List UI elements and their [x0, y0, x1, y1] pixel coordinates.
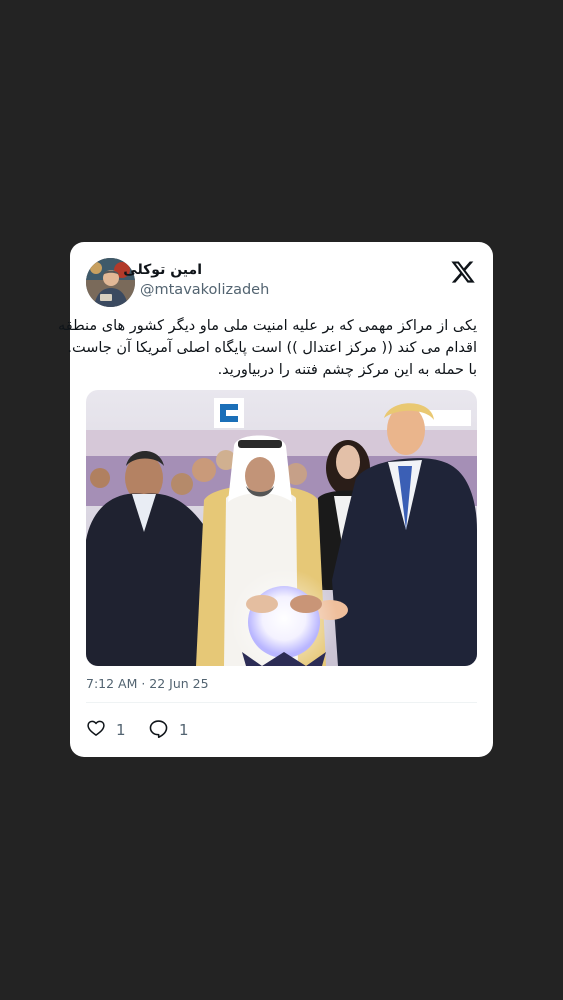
like-button[interactable]: 1 [86, 719, 126, 741]
tweet-text-line: با حمله به این مرکز چشم فتنه را دربیاوری… [217, 362, 477, 378]
tweet-card: امین توکلی @mtavakolizadeh یکی از مراکز … [57, 242, 493, 757]
reply-count: 1 [179, 721, 189, 739]
author-display-name[interactable]: امین توکلی [123, 262, 202, 278]
divider [86, 702, 477, 703]
author-handle[interactable]: @mtavakolizadeh [140, 282, 269, 298]
tweet-text: یکی از مراکز مهمی که بر علیه امنیت ملی م… [57, 315, 477, 381]
x-logo-icon[interactable] [450, 259, 476, 285]
like-count: 1 [116, 721, 126, 739]
heart-icon [86, 718, 106, 742]
tweet-text-line: یکی از مراکز مهمی که بر علیه امنیت ملی م… [57, 318, 477, 334]
reply-icon [148, 718, 169, 743]
reply-button[interactable]: 1 [148, 719, 189, 741]
tweet-timestamp[interactable]: 7:12 AM · 22 Jun 25 [86, 676, 209, 691]
tweet-photo[interactable] [86, 390, 477, 666]
tweet-text-line: اقدام می کند (( مرکز اعتدال )) است پایگا… [67, 340, 477, 356]
